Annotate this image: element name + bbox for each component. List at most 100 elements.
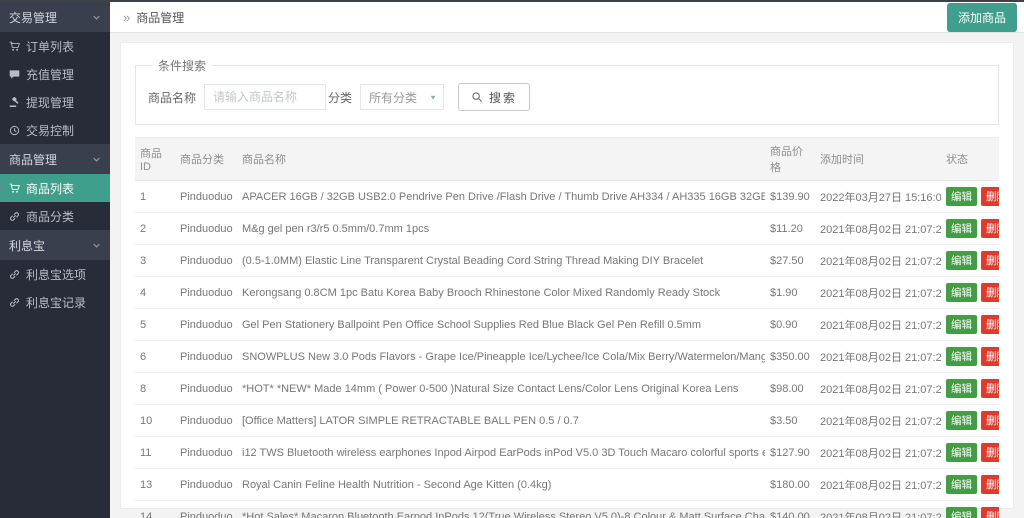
cell-name: *HOT* *NEW* Made 14mm ( Power 0-500 )Nat…: [237, 373, 765, 405]
delete-button[interactable]: 删除: [981, 347, 999, 366]
delete-button[interactable]: 删除: [981, 315, 999, 334]
edit-button[interactable]: 编辑: [946, 475, 977, 494]
edit-button[interactable]: 编辑: [946, 379, 977, 398]
cell-price: $0.90: [765, 309, 815, 341]
products-table: 商品ID 商品分类 商品名称 商品价格 添加时间 状态 1PinduoduoAP…: [135, 137, 999, 518]
delete-button[interactable]: 删除: [981, 219, 999, 238]
cell-id: 5: [135, 309, 175, 341]
cell-name: i12 TWS Bluetooth wireless earphones Inp…: [237, 437, 765, 469]
sidebar-item-9[interactable]: 利息宝选项: [0, 260, 110, 288]
sidebar-item-6[interactable]: 商品列表: [0, 174, 110, 202]
sidebar-item-2[interactable]: 充值管理: [0, 60, 110, 88]
main-area: » 商品管理 添加商品 条件搜索 商品名称 分类 所有分类 ▼: [110, 0, 1024, 518]
header-category: 商品分类: [175, 138, 237, 181]
header-price: 商品价格: [765, 138, 815, 181]
cell-category: Pinduoduo: [175, 501, 237, 518]
table-row: 3Pinduoduo(0.5-1.0MM) Elastic Line Trans…: [135, 245, 999, 277]
cell-name: Royal Canin Feline Health Nutrition - Se…: [237, 469, 765, 501]
delete-button[interactable]: 删除: [981, 411, 999, 430]
cell-id: 11: [135, 437, 175, 469]
cell-category: Pinduoduo: [175, 373, 237, 405]
delete-button[interactable]: 删除: [981, 475, 999, 494]
table-row: 10Pinduoduo[Office Matters] LATOR SIMPLE…: [135, 405, 999, 437]
cell-category: Pinduoduo: [175, 213, 237, 245]
delete-button[interactable]: 删除: [981, 379, 999, 398]
cell-category: Pinduoduo: [175, 309, 237, 341]
chevron-down-icon: [92, 241, 101, 250]
add-product-button[interactable]: 添加商品: [947, 3, 1017, 32]
edit-button[interactable]: 编辑: [946, 411, 977, 430]
sidebar-item-3[interactable]: 提现管理: [0, 88, 110, 116]
cell-added: 2021年08月02日 21:07:29: [815, 373, 941, 405]
edit-button[interactable]: 编辑: [946, 187, 977, 206]
edit-button[interactable]: 编辑: [946, 315, 977, 334]
cell-actions: 编辑删除: [941, 373, 999, 405]
app-window: 交易管理订单列表充值管理提现管理交易控制商品管理商品列表商品分类利息宝利息宝选项…: [0, 0, 1024, 518]
delete-button[interactable]: 删除: [981, 283, 999, 302]
cell-actions: 编辑删除: [941, 277, 999, 309]
category-select[interactable]: 所有分类 ▼: [360, 84, 444, 110]
cell-added: 2021年08月02日 21:07:29: [815, 405, 941, 437]
cell-price: $127.90: [765, 437, 815, 469]
topbar: » 商品管理 添加商品: [110, 0, 1024, 33]
delete-button[interactable]: 删除: [981, 507, 999, 518]
sidebar-label: 利息宝选项: [26, 266, 86, 283]
edit-button[interactable]: 编辑: [946, 507, 977, 518]
sidebar-section-8[interactable]: 利息宝: [0, 230, 110, 260]
edit-button[interactable]: 编辑: [946, 219, 977, 238]
cell-name: (0.5-1.0MM) Elastic Line Transparent Cry…: [237, 245, 765, 277]
product-name-input[interactable]: [204, 84, 326, 110]
sidebar-item-10[interactable]: 利息宝记录: [0, 288, 110, 316]
edit-button[interactable]: 编辑: [946, 443, 977, 462]
link-icon: [9, 269, 20, 280]
sidebar-menu: 交易管理订单列表充值管理提现管理交易控制商品管理商品列表商品分类利息宝利息宝选项…: [0, 2, 110, 316]
cell-actions: 编辑删除: [941, 213, 999, 245]
sidebar-item-1[interactable]: 订单列表: [0, 32, 110, 60]
delete-button[interactable]: 删除: [981, 251, 999, 270]
cell-name: SNOWPLUS New 3.0 Pods Flavors - Grape Ic…: [237, 341, 765, 373]
cell-category: Pinduoduo: [175, 437, 237, 469]
table-row: 13PinduoduoRoyal Canin Feline Health Nut…: [135, 469, 999, 501]
edit-button[interactable]: 编辑: [946, 251, 977, 270]
cart-icon: [9, 41, 20, 52]
delete-button[interactable]: 删除: [981, 187, 999, 206]
sidebar-label: 商品分类: [26, 208, 74, 225]
search-form: 商品名称 分类 所有分类 ▼ 搜索: [146, 83, 988, 111]
breadcrumb: » 商品管理: [123, 9, 184, 26]
sidebar-section-0[interactable]: 交易管理: [0, 2, 110, 32]
search-panel-legend: 条件搜索: [152, 57, 212, 74]
edit-button[interactable]: 编辑: [946, 283, 977, 302]
cart-icon: [9, 183, 20, 194]
page-title: 商品管理: [136, 9, 184, 26]
cell-added: 2021年08月02日 21:07:29: [815, 277, 941, 309]
cell-name: M&g gel pen r3/r5 0.5mm/0.7mm 1pcs: [237, 213, 765, 245]
cell-id: 1: [135, 181, 175, 213]
cell-price: $139.90: [765, 181, 815, 213]
cell-id: 10: [135, 405, 175, 437]
sidebar-label: 利息宝记录: [26, 294, 86, 311]
delete-button[interactable]: 删除: [981, 443, 999, 462]
cell-added: 2021年08月02日 21:07:29: [815, 341, 941, 373]
cell-category: Pinduoduo: [175, 245, 237, 277]
sidebar-label: 提现管理: [26, 94, 74, 111]
cell-price: $98.00: [765, 373, 815, 405]
sidebar-item-4[interactable]: 交易控制: [0, 116, 110, 144]
sidebar-item-7[interactable]: 商品分类: [0, 202, 110, 230]
cell-added: 2021年08月02日 21:07:29: [815, 501, 941, 518]
search-button[interactable]: 搜索: [458, 83, 530, 111]
header-product-name: 商品名称: [237, 138, 765, 181]
cell-category: Pinduoduo: [175, 469, 237, 501]
sidebar-section-5[interactable]: 商品管理: [0, 144, 110, 174]
breadcrumb-arrow-icon: »: [123, 10, 130, 25]
comment-icon: [9, 69, 20, 80]
cell-id: 6: [135, 341, 175, 373]
table-row: 5PinduoduoGel Pen Stationery Ballpoint P…: [135, 309, 999, 341]
cell-actions: 编辑删除: [941, 245, 999, 277]
cell-actions: 编辑删除: [941, 181, 999, 213]
table-row: 14Pinduoduo*Hot Sales* Macaron Bluetooth…: [135, 501, 999, 518]
sidebar-label: 订单列表: [26, 38, 74, 55]
table-row: 4PinduoduoKerongsang 0.8CM 1pc Batu Kore…: [135, 277, 999, 309]
edit-button[interactable]: 编辑: [946, 347, 977, 366]
cell-id: 14: [135, 501, 175, 518]
cell-price: $1.90: [765, 277, 815, 309]
